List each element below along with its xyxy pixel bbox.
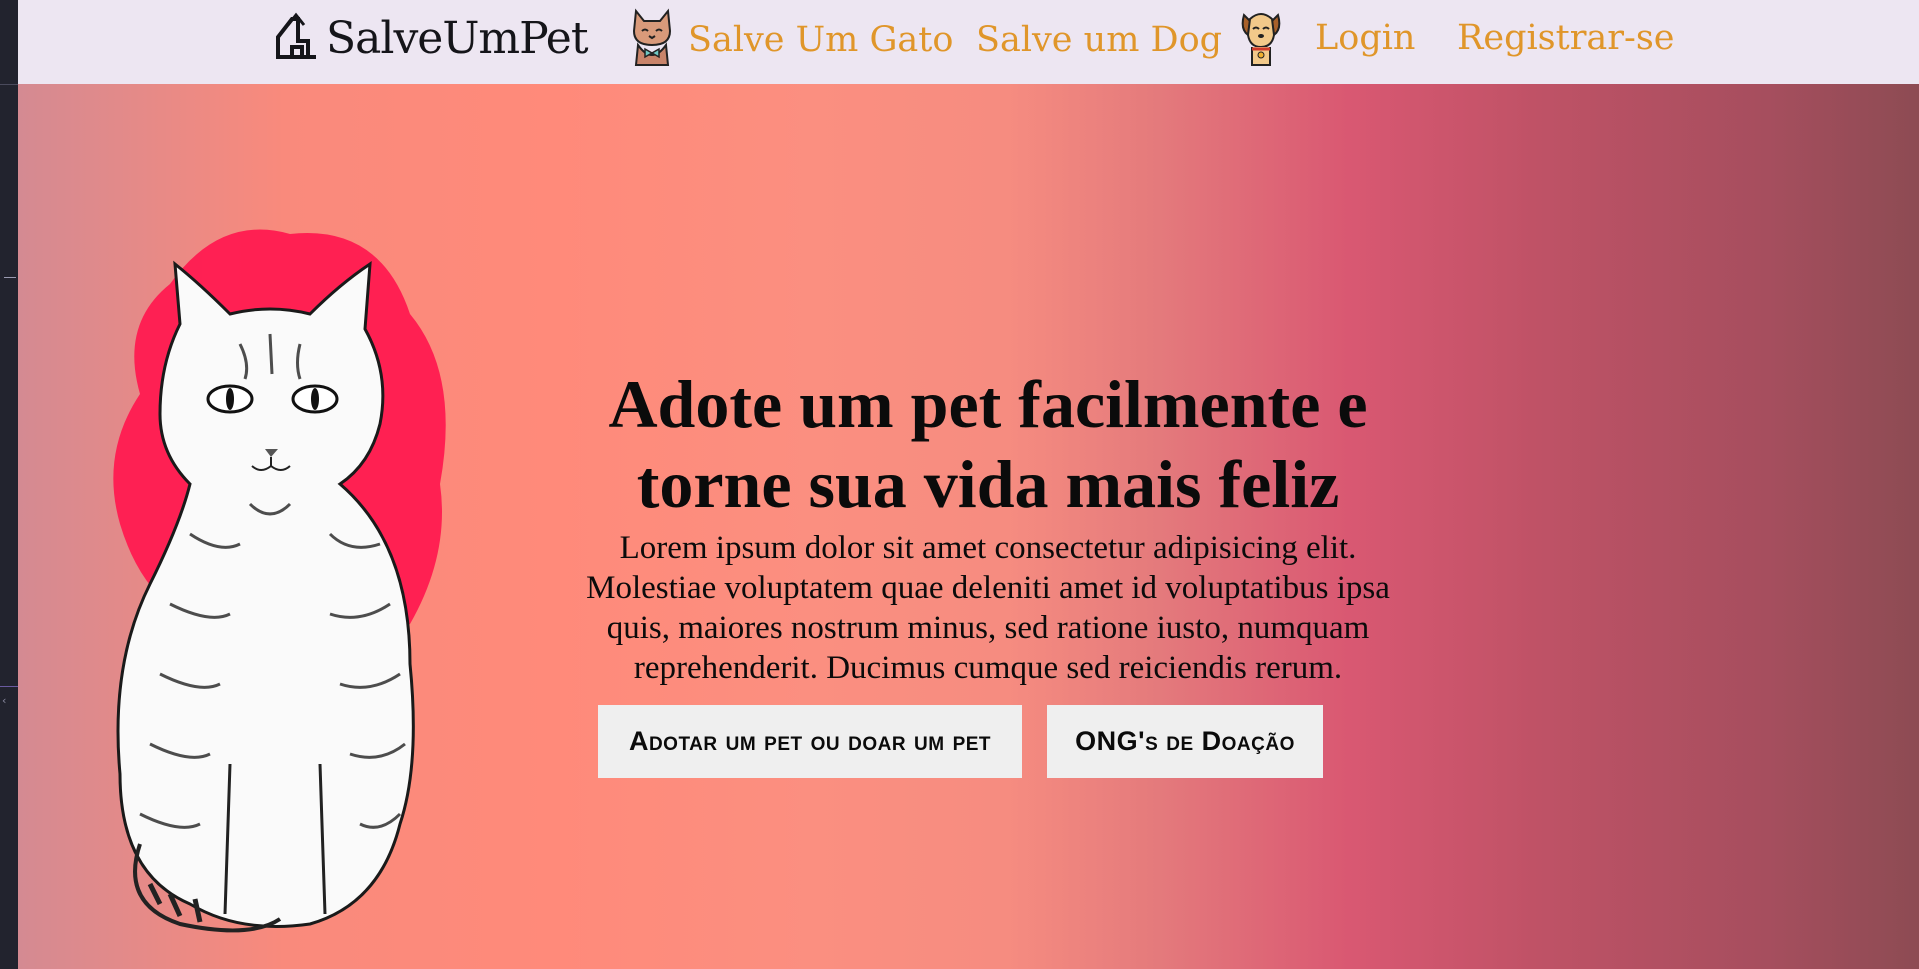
nav-registrar[interactable]: Registrar-se	[1457, 18, 1675, 58]
hero-section: Adote um pet facilmente e torne sua vida…	[18, 84, 1919, 969]
hero-title-line2: torne sua vida mais feliz	[636, 446, 1340, 522]
hero-title: Adote um pet facilmente e torne sua vida…	[528, 364, 1448, 524]
hero-copy: Adote um pet facilmente e torne sua vida…	[528, 364, 1448, 688]
logo-link[interactable]: SalveUmPet	[274, 10, 588, 66]
adopt-button[interactable]: Adotar um pet ou doar um pet	[598, 705, 1022, 778]
collapse-icon[interactable]: ‹	[2, 694, 6, 707]
nav-login[interactable]: Login	[1315, 18, 1415, 58]
divider	[0, 686, 18, 687]
cat-illustration	[80, 204, 500, 944]
divider	[0, 84, 18, 85]
nav-salve-um-gato[interactable]: Salve Um Gato	[630, 7, 954, 72]
editor-side-strip: ‹	[0, 0, 18, 969]
page: SalveUmPet Salve Um Gato Salve um Dog Lo…	[18, 0, 1919, 969]
logo-text: SalveUmPet	[326, 12, 588, 64]
divider	[4, 277, 16, 278]
dog-icon	[1238, 5, 1284, 76]
hero-title-line1: Adote um pet facilmente e	[608, 366, 1368, 442]
hero-description: Lorem ipsum dolor sit amet consectetur a…	[586, 530, 1390, 686]
house-logo-icon	[274, 11, 320, 65]
nav-label-dog: Salve um Dog	[976, 20, 1223, 60]
cat-icon	[630, 5, 674, 76]
nav-salve-um-dog[interactable]: Salve um Dog	[976, 8, 1284, 72]
nav-label-gato: Salve Um Gato	[688, 20, 954, 60]
ong-button[interactable]: ONG's de Doação	[1047, 705, 1323, 778]
navbar: SalveUmPet Salve Um Gato Salve um Dog Lo…	[18, 0, 1919, 84]
